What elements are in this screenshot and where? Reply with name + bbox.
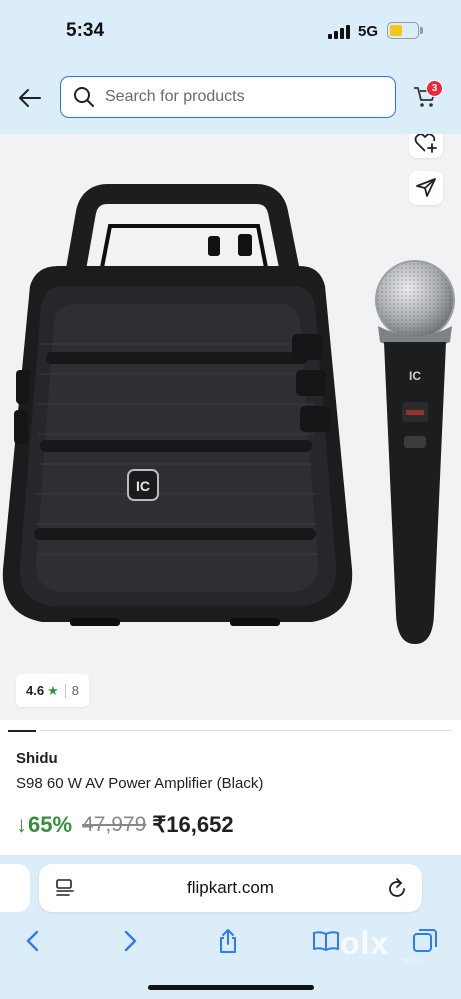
wishlist-button[interactable] [409, 134, 443, 158]
rating-badge[interactable]: 4.6 ★ 8 [16, 674, 89, 707]
browser-back-button[interactable] [17, 927, 47, 955]
tabs-icon [413, 929, 437, 952]
discount-percent: 65% [28, 812, 73, 837]
battery-cap [420, 27, 423, 34]
search-box[interactable] [60, 76, 396, 118]
carousel-indicator [8, 730, 36, 732]
back-button[interactable] [14, 82, 46, 114]
mic-logo-text: IC [409, 369, 421, 383]
down-arrow-icon: ↓ [16, 812, 27, 837]
signal-icon [328, 25, 352, 39]
rating-divider [64, 683, 66, 698]
star-icon: ★ [47, 682, 59, 698]
final-price: ₹16,652 [152, 812, 234, 837]
speaker-logo-text: IC [136, 478, 150, 494]
share-button[interactable] [409, 171, 443, 205]
carousel-track [40, 730, 452, 731]
product-details: Shidu S98 60 W AV Power Amplifier (Black… [0, 720, 461, 855]
back-arrow-icon [19, 89, 41, 107]
product-title: S98 60 W AV Power Amplifier (Black) [16, 775, 264, 792]
browser-share-icon [220, 929, 236, 953]
tabs-button[interactable] [410, 927, 440, 955]
status-bar: 5:34 5G [0, 0, 461, 62]
address-bar[interactable]: flipkart.com [39, 864, 422, 912]
search-icon [73, 86, 95, 108]
bookmarks-button[interactable] [311, 927, 341, 955]
home-indicator[interactable] [148, 985, 314, 990]
cart-count-badge: 3 [426, 80, 443, 97]
olx-watermark-sub: INDIA [403, 959, 425, 965]
browser-forward-icon [124, 930, 137, 952]
url-text: flipkart.com [187, 878, 274, 897]
original-price: 47,979 [82, 813, 147, 836]
product-image-gallery[interactable]: IC IC 4.6 ★ 8 [0, 134, 461, 720]
price-row: ↓ 65% 47,979 ₹16,652 [16, 812, 234, 838]
browser-back-icon [26, 930, 39, 952]
app-header: 3 [0, 62, 461, 134]
reload-icon[interactable] [388, 877, 408, 904]
rating-count: 8 [71, 683, 79, 698]
discount-label: ↓ 65% [16, 812, 72, 838]
product-image: IC IC [2, 184, 455, 644]
bookmarks-icon [313, 931, 339, 951]
battery-icon [387, 22, 419, 39]
browser-forward-button[interactable] [116, 927, 146, 955]
product-brand[interactable]: Shidu [16, 750, 58, 767]
network-label: 5G [358, 23, 379, 40]
previous-tab-preview[interactable] [0, 864, 30, 912]
status-time: 5:34 [66, 20, 105, 41]
olx-watermark: olx [340, 925, 390, 961]
rating-value: 4.6 [26, 683, 45, 698]
browser-share-button[interactable] [213, 927, 243, 955]
share-icon [416, 178, 436, 197]
search-input[interactable] [105, 88, 355, 106]
heart-add-icon [414, 134, 437, 153]
browser-toolbar: flipkart.com olx INDIA [0, 855, 461, 999]
